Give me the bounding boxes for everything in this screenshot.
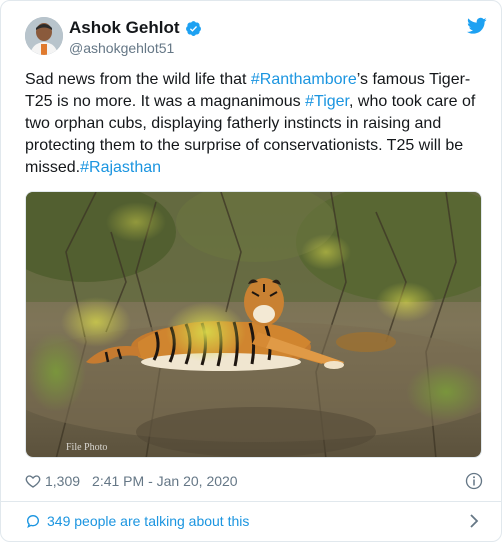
display-name-row: Ashok Gehlot [69,17,202,39]
speech-bubble-icon [25,513,41,529]
hashtag-rajasthan[interactable]: #Rajasthan [80,159,161,176]
info-icon[interactable] [465,472,483,490]
verified-badge-icon [185,20,202,37]
avatar-image [25,17,63,55]
photo-watermark: File Photo [66,442,108,453]
hashtag-ranthambore[interactable]: #Ranthambore [251,71,357,88]
twitter-bird-icon[interactable] [467,17,487,35]
tweet-text-segment: Sad news from the wild life that [25,71,251,88]
heart-icon[interactable] [25,473,41,489]
tweet-header: Ashok Gehlot @ashokgehlot51 [25,15,487,59]
talking-about-link[interactable]: 349 people are talking about this [25,511,485,531]
hashtag-tiger[interactable]: #Tiger [305,93,349,110]
tweet-text: Sad news from the wild life that #Rantha… [25,69,485,179]
like-count[interactable]: 1,309 [45,473,80,489]
tweet-meta: 1,309 2:41 PM - Jan 20, 2020 [25,471,485,491]
avatar[interactable] [25,17,63,55]
talking-about-text: 349 people are talking about this [47,513,250,529]
tweet-timestamp[interactable]: 2:41 PM - Jan 20, 2020 [92,473,238,489]
chevron-right-icon [469,514,479,528]
tweet-card: Ashok Gehlot @ashokgehlot51 Sad news fro… [0,0,502,542]
display-name[interactable]: Ashok Gehlot [69,18,180,38]
author-names: Ashok Gehlot @ashokgehlot51 [69,17,202,56]
tweet-photo[interactable]: File Photo [25,191,482,458]
divider [1,501,501,502]
author-handle[interactable]: @ashokgehlot51 [69,40,202,56]
tiger-photo-image [26,192,481,457]
